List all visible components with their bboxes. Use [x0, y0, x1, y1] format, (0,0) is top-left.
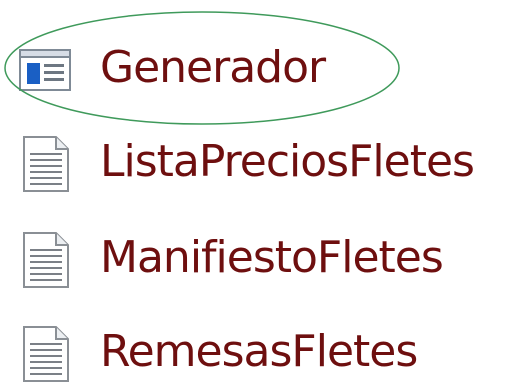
file-name-label: ManifiestoFletes: [100, 232, 444, 283]
text-document-icon: [16, 135, 74, 193]
file-name-label: ListaPreciosFletes: [100, 136, 475, 187]
file-item-remesasfletes[interactable]: RemesasFletes: [0, 312, 521, 382]
file-name-label: RemesasFletes: [100, 326, 418, 377]
file-list: Generador ListaPreciosFletes ManifiestoF…: [0, 0, 521, 382]
file-item-generador[interactable]: Generador: [0, 28, 521, 108]
file-item-listapreciosfletes[interactable]: ListaPreciosFletes: [0, 122, 521, 202]
file-item-manifiestofletes[interactable]: ManifiestoFletes: [0, 218, 521, 298]
text-document-icon: [16, 325, 74, 382]
text-document-icon: [16, 231, 74, 289]
file-name-label: Generador: [100, 42, 326, 93]
application-window-icon: [16, 42, 74, 100]
